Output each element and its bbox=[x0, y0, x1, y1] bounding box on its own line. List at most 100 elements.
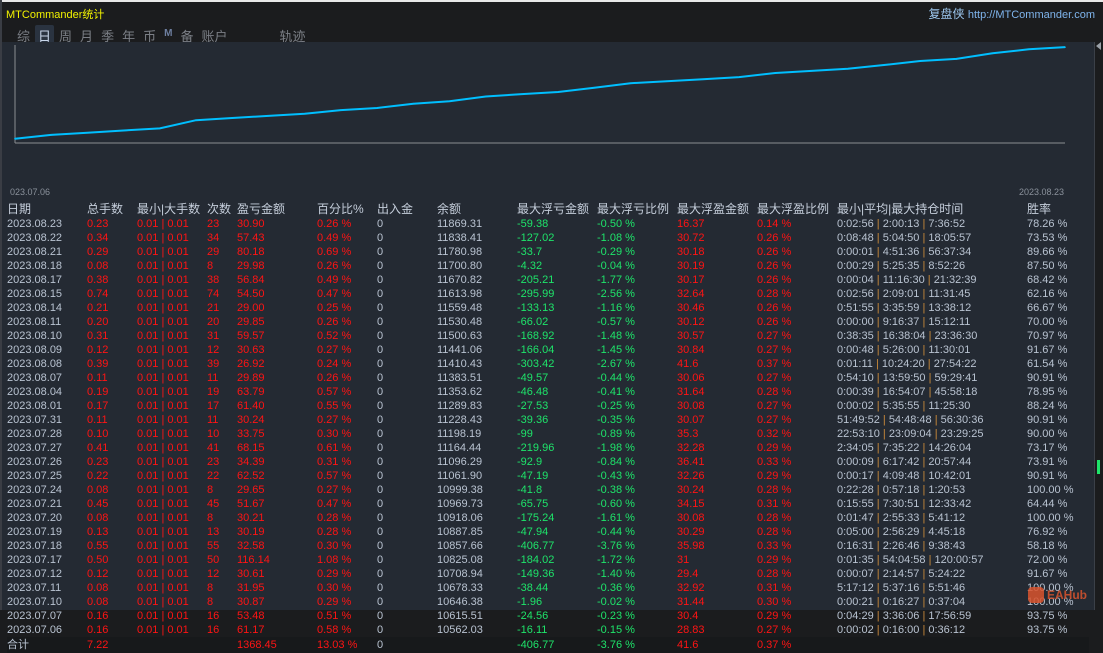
cell-hold-time: 22:53:10 | 23:09:04 | 23:29:25 bbox=[837, 428, 984, 440]
scrollbar-thumb[interactable] bbox=[1097, 460, 1100, 474]
cell-total-lots: 0.12 bbox=[87, 344, 109, 356]
table-row[interactable]: 2023.07.31 0.11 0.01 | 0.01 11 30.24 0.27 % 0 1… bbox=[7, 413, 1089, 427]
header-max-float-profit[interactable]: 最大浮盈金额 bbox=[677, 201, 757, 217]
table-row[interactable]: 2023.07.12 0.12 0.01 | 0.01 12 30.61 0.29 % 0 1… bbox=[7, 567, 1089, 581]
cell-date: 2023.08.15 bbox=[7, 288, 63, 300]
cell-percent: 0.24 % bbox=[317, 358, 352, 370]
header-deposit[interactable]: 出入金 bbox=[377, 201, 437, 217]
header-profit[interactable]: 盈亏金额 bbox=[237, 201, 317, 217]
cell-profit: 29.65 bbox=[237, 484, 265, 496]
table-row[interactable]: 2023.08.17 0.38 0.01 | 0.01 38 56.84 0.49 % 0 1… bbox=[7, 273, 1089, 287]
cell-win-rate: 90.91 % bbox=[1027, 470, 1068, 482]
total-row[interactable]: 合计 7.22 1368.45 13.03 % 0 -406.77 -3.76 % 41.6 0… bbox=[7, 637, 1089, 653]
balance-point bbox=[14, 137, 16, 140]
table-row[interactable]: 2023.08.14 0.21 0.01 | 0.01 21 29.00 0.25 % 0 1… bbox=[7, 301, 1089, 315]
table-row[interactable]: 2023.08.21 0.29 0.01 | 0.01 29 80.18 0.69 % 0 1… bbox=[7, 245, 1089, 259]
header-date[interactable]: 日期 bbox=[7, 201, 87, 217]
table-row[interactable]: 2023.08.15 0.74 0.01 | 0.01 74 54.50 0.47 % 0 1… bbox=[7, 287, 1089, 301]
table-row[interactable]: 2023.08.08 0.39 0.01 | 0.01 39 26.92 0.24 % 0 1… bbox=[7, 357, 1089, 371]
table-row[interactable]: 2023.08.01 0.17 0.01 | 0.01 17 61.40 0.55 % 0 1… bbox=[7, 399, 1089, 413]
cell-deposit: 0 bbox=[377, 274, 384, 286]
cell-count: 22 bbox=[207, 470, 220, 482]
separator: | bbox=[925, 386, 935, 398]
header-min-max-lots[interactable]: 最小|大手数 bbox=[137, 201, 207, 217]
table-row[interactable]: 2023.07.27 0.41 0.01 | 0.01 41 68.15 0.61 % 0 1… bbox=[7, 441, 1089, 455]
header-max-float-loss-pct[interactable]: 最大浮亏比例 bbox=[597, 201, 677, 217]
cell-min-max-lots: 0.01 | 0.01 bbox=[137, 554, 189, 566]
cell-hold-time: 0:54:10 | 13:59:50 | 59:29:41 bbox=[837, 372, 978, 384]
vertical-scrollbar[interactable] bbox=[1094, 42, 1103, 610]
header-hold-time[interactable]: 最小|平均|最大持仓时间 bbox=[837, 201, 1027, 217]
cell-balance bbox=[437, 637, 517, 653]
cell-max-float-profit: 30.84 bbox=[677, 344, 705, 356]
cell-hold-time: 0:00:07 | 2:14:57 | 5:24:22 bbox=[837, 568, 966, 580]
cell-win-rate: 73.53 % bbox=[1027, 232, 1068, 244]
cell-max-float-loss: -175.24 bbox=[517, 512, 555, 524]
cell-win-rate: 93.75 % bbox=[1027, 624, 1068, 636]
table-row[interactable]: 2023.08.07 0.11 0.01 | 0.01 11 29.89 0.26 % 0 1… bbox=[7, 371, 1089, 385]
cell-max-float-loss: -59.38 bbox=[517, 218, 549, 230]
cell-max-float-loss-pct: -0.38 % bbox=[597, 484, 635, 496]
table-row[interactable]: 2023.08.22 0.34 0.01 | 0.01 34 57.43 0.49 % 0 1… bbox=[7, 231, 1089, 245]
cell-count: 31 bbox=[207, 330, 220, 342]
cell-total-lots: 0.13 bbox=[87, 526, 109, 538]
cell-hold-time: 0:51:55 | 3:35:59 | 13:38:12 bbox=[837, 302, 972, 314]
cell-total-lots: 0.23 bbox=[87, 456, 109, 468]
cell-balance: 11383.51 bbox=[437, 372, 483, 384]
table-row[interactable]: 2023.08.09 0.12 0.01 | 0.01 12 30.63 0.27 % 0 1… bbox=[7, 343, 1089, 357]
cell-min-max-lots: 0.01 | 0.01 bbox=[137, 260, 189, 272]
separator: | bbox=[925, 330, 935, 342]
cell-max-float-profit-pct: 0.27 % bbox=[757, 372, 792, 384]
table-row[interactable]: 2023.07.26 0.23 0.01 | 0.01 23 34.39 0.31 % 0 1… bbox=[7, 455, 1089, 469]
header-balance[interactable]: 余额 bbox=[437, 201, 517, 217]
table-row[interactable]: 2023.07.20 0.08 0.01 | 0.01 8 30.21 0.28 % 0 10… bbox=[7, 511, 1089, 525]
table-row[interactable]: 2023.07.07 0.16 0.01 | 0.01 16 53.48 0.51 % 0 1… bbox=[7, 609, 1089, 623]
table-row[interactable]: 2023.08.04 0.19 0.01 | 0.01 19 63.79 0.57 % 0 1… bbox=[7, 385, 1089, 399]
cell-max-float-profit-pct: 0.28 % bbox=[757, 526, 792, 538]
table-row[interactable]: 2023.07.18 0.55 0.01 | 0.01 55 32.58 0.30 % 0 1… bbox=[7, 539, 1089, 553]
separator: | bbox=[873, 316, 883, 328]
table-row[interactable]: 2023.07.06 0.16 0.01 | 0.01 16 61.17 0.58 % 0 1… bbox=[7, 623, 1089, 637]
separator: | bbox=[873, 540, 883, 552]
header-max-float-profit-pct[interactable]: 最大浮盈比例 bbox=[757, 201, 837, 217]
cell-hold-time: 2:34:05 | 7:35:22 | 14:26:04 bbox=[837, 442, 972, 454]
cell-min-max-lots: 0.01 | 0.01 bbox=[137, 330, 189, 342]
cell-total-lots: 0.16 bbox=[87, 624, 109, 636]
balance-point bbox=[557, 91, 559, 93]
cell-min-max-lots: 0.01 | 0.01 bbox=[137, 400, 189, 412]
table-row[interactable]: 2023.08.18 0.08 0.01 | 0.01 8 29.98 0.26 % 0 11… bbox=[7, 259, 1089, 273]
table-row[interactable]: 2023.08.11 0.20 0.01 | 0.01 20 29.85 0.26 % 0 1… bbox=[7, 315, 1089, 329]
table-row[interactable]: 2023.07.21 0.45 0.01 | 0.01 45 51.67 0.47 % 0 1… bbox=[7, 497, 1089, 511]
cell-total-lots: 0.50 bbox=[87, 554, 109, 566]
cell-balance: 10615.51 bbox=[437, 610, 483, 622]
scroll-left-arrow-icon[interactable] bbox=[1096, 42, 1101, 50]
cell-min-max-lots: 0.01 | 0.01 bbox=[137, 344, 189, 356]
cell-percent: 0.49 % bbox=[317, 274, 352, 286]
table-row[interactable]: 2023.08.23 0.23 0.01 | 0.01 23 30.90 0.26 % 0 1… bbox=[7, 217, 1089, 231]
cell-percent: 0.58 % bbox=[317, 624, 352, 636]
cell-max-float-loss-pct: -1.45 % bbox=[597, 344, 635, 356]
header-count[interactable]: 次数 bbox=[207, 201, 237, 217]
table-row[interactable]: 2023.08.10 0.31 0.01 | 0.01 31 59.57 0.52 % 0 1… bbox=[7, 329, 1089, 343]
table-row[interactable]: 2023.07.28 0.10 0.01 | 0.01 10 33.75 0.30 % 0 1… bbox=[7, 427, 1089, 441]
cell-percent: 13.03 % bbox=[317, 637, 377, 653]
cell-balance: 11061.90 bbox=[437, 470, 483, 482]
brand-url-link[interactable]: http://MTCommander.com bbox=[968, 9, 1095, 21]
cell-max-float-loss-pct: -0.29 % bbox=[597, 246, 635, 258]
table-row[interactable]: 2023.07.10 0.08 0.01 | 0.01 8 30.87 0.29 % 0 10… bbox=[7, 595, 1089, 609]
cell-hold-time: 0:22:28 | 0:57:18 | 1:20:53 bbox=[837, 484, 966, 496]
table-row[interactable]: 2023.07.24 0.08 0.01 | 0.01 8 29.65 0.27 % 0 10… bbox=[7, 483, 1089, 497]
table-row[interactable]: 2023.07.11 0.08 0.01 | 0.01 8 31.95 0.30 % 0 10… bbox=[7, 581, 1089, 595]
header-percent[interactable]: 百分比% bbox=[317, 201, 377, 217]
table-row[interactable]: 2023.07.19 0.13 0.01 | 0.01 13 30.19 0.28 % 0 1… bbox=[7, 525, 1089, 539]
header-max-float-loss[interactable]: 最大浮亏金额 bbox=[517, 201, 597, 217]
header-win-rate[interactable]: 胜率 bbox=[1027, 201, 1089, 217]
x-start-label: 023.07.06 bbox=[10, 187, 51, 197]
header-total-lots[interactable]: 总手数 bbox=[87, 201, 137, 217]
table-row[interactable]: 2023.07.17 0.50 0.01 | 0.01 50 116.14 1.08 % 0… bbox=[7, 553, 1089, 567]
cell-max-float-profit-pct: 0.28 % bbox=[757, 386, 792, 398]
table-row[interactable]: 2023.07.25 0.22 0.01 | 0.01 22 62.52 0.57 % 0 1… bbox=[7, 469, 1089, 483]
cell-max-float-profit: 16.37 bbox=[677, 218, 705, 230]
cell-max-float-loss: -133.13 bbox=[517, 302, 555, 314]
cell-max-float-profit: 34.15 bbox=[677, 498, 705, 510]
